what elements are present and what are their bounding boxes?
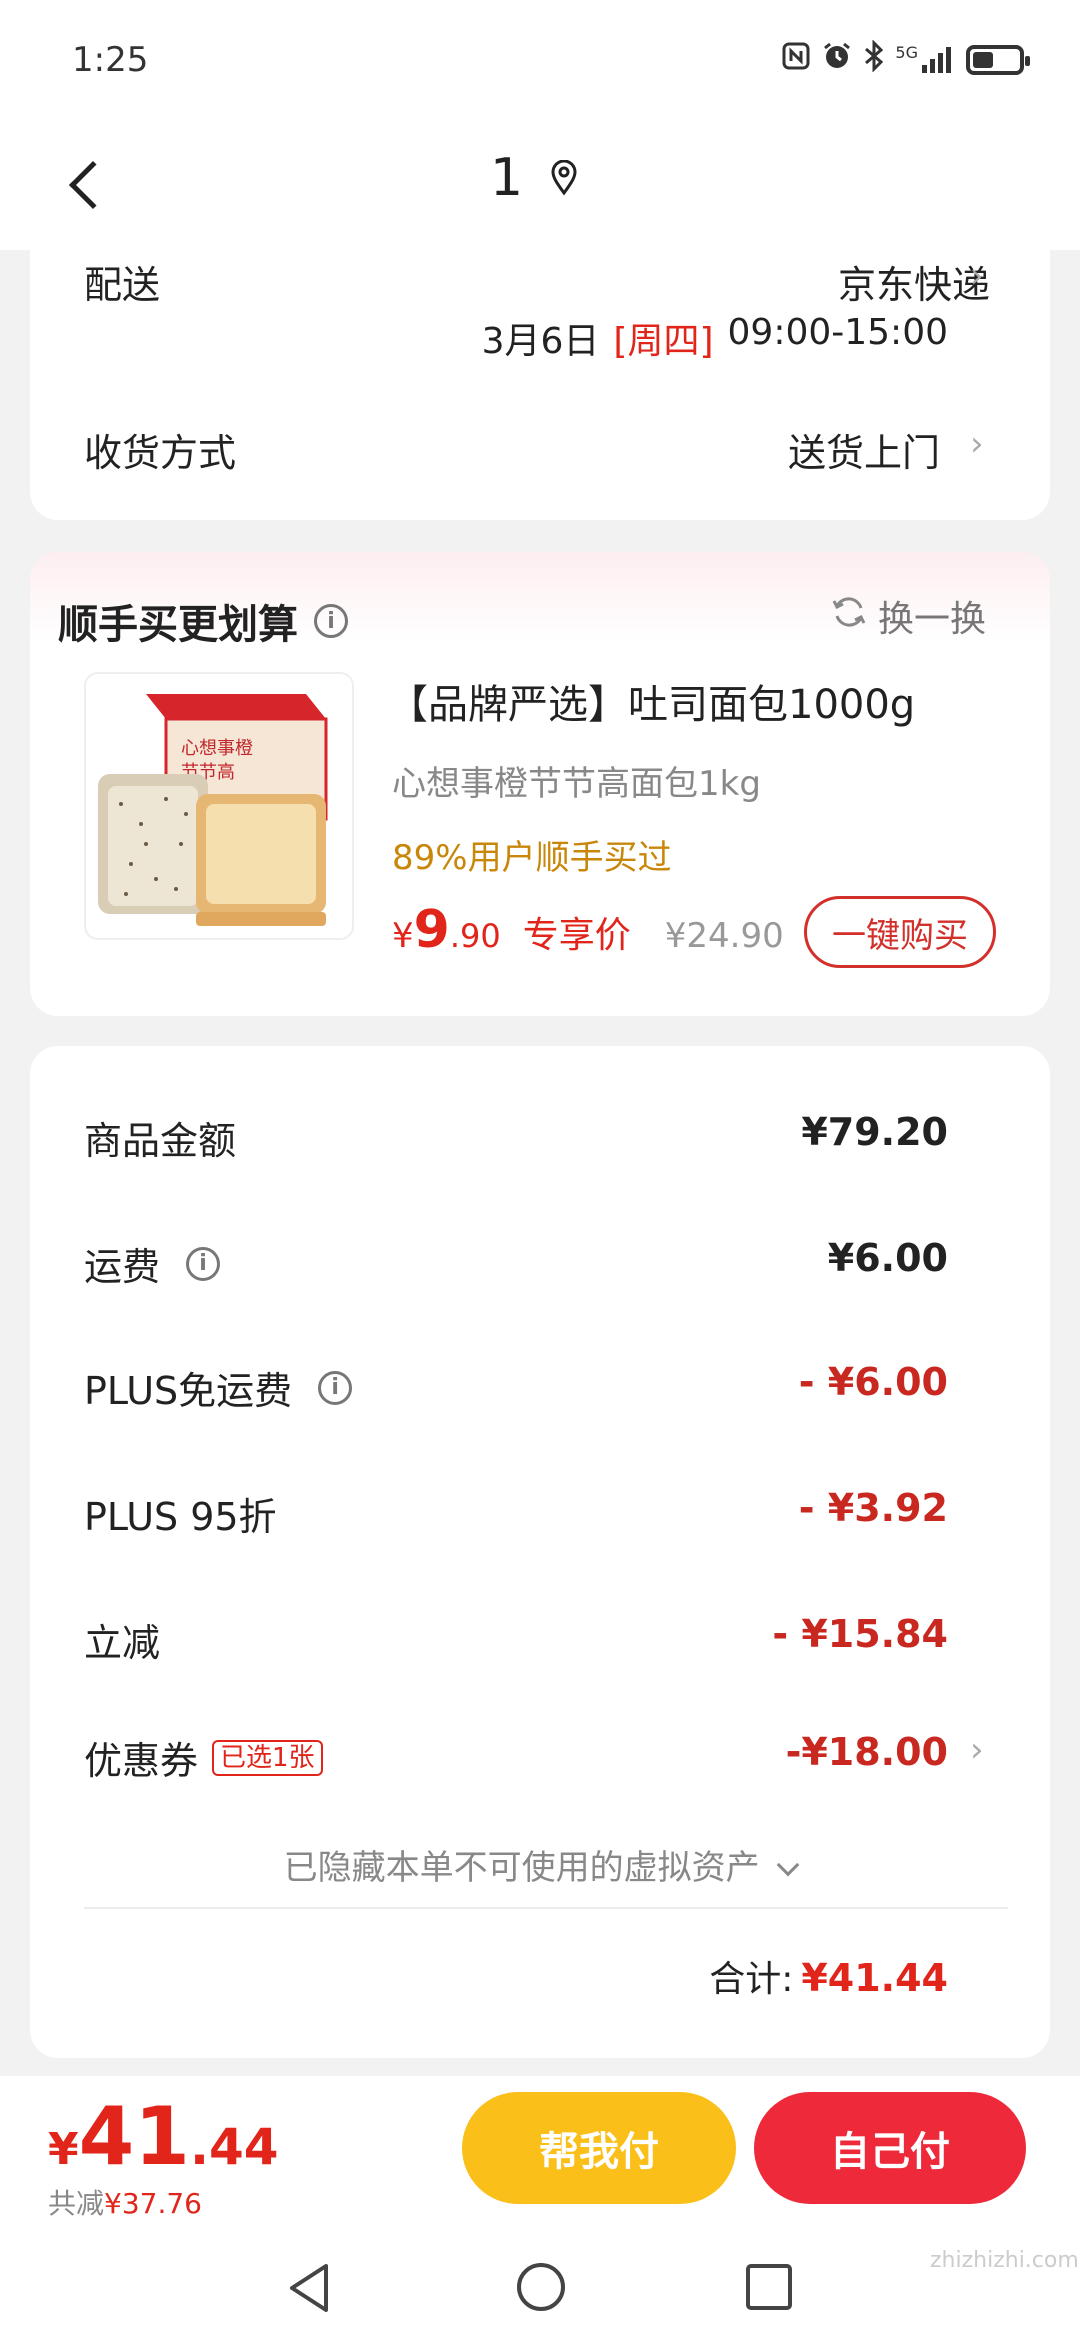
checkout-total-currency: ¥: [48, 2124, 79, 2175]
product-subtitle: 心想事橙节节高面包1kg: [392, 764, 761, 804]
summary-total-value: ¥41.44: [801, 1956, 948, 2000]
status-bar: 1:25 5G: [0, 0, 1080, 120]
status-time: 1:25: [72, 40, 149, 80]
summary-value-plus-free-shipping: - ¥6.00: [798, 1360, 948, 1404]
checkout-saved: 共减¥37.76: [48, 2182, 202, 2222]
summary-value-plus-discount: - ¥3.92: [798, 1486, 948, 1530]
info-icon[interactable]: i: [186, 1246, 221, 1281]
delivery-weekday: [周四]: [613, 321, 714, 362]
summary-row-coupon[interactable]: 优惠券 已选1张: [84, 1730, 323, 1785]
signal-icon: 5G: [895, 45, 956, 75]
location-pin-icon[interactable]: [550, 159, 578, 196]
back-arrow-icon: [68, 160, 118, 210]
nav-home-icon[interactable]: [514, 2260, 568, 2318]
system-nav-bar: [0, 2240, 1080, 2340]
summary-label-coupon: 优惠券: [84, 1739, 199, 1783]
product-hint: 89%用户顺手买过: [392, 838, 672, 878]
product-image-text: 心想事橙: [181, 738, 253, 759]
addon-title-text: 顺手买更划算: [58, 602, 298, 648]
swap-button[interactable]: 换一换: [830, 590, 986, 642]
product-price: ¥ 9 .90 专享价 ¥24.90: [392, 900, 784, 960]
original-price: ¥24.90: [664, 916, 784, 956]
checkout-total: ¥ 41 .44: [48, 2090, 279, 2183]
nav-back-icon[interactable]: [284, 2260, 334, 2320]
receive-method-value[interactable]: 送货上门: [788, 422, 940, 477]
price-integer: 9: [413, 900, 450, 960]
refresh-icon: [830, 593, 868, 640]
delivery-carrier-row[interactable]: 京东快递: [838, 254, 990, 309]
summary-label-plus-free-shipping: PLUS免运费: [84, 1369, 293, 1413]
saved-label: 共减: [48, 2187, 105, 2220]
summary-value-shipping: ¥6.00: [827, 1236, 948, 1280]
price-tag: 专享价: [522, 915, 631, 956]
hidden-assets-toggle[interactable]: 已隐藏本单不可使用的虚拟资产: [0, 1840, 1080, 1889]
checkout-total-integer: 41: [78, 2090, 190, 2183]
nav-recents-icon[interactable]: [744, 2262, 794, 2316]
summary-label-plus-discount: PLUS 95折: [84, 1495, 277, 1539]
page-title: 1: [490, 148, 524, 208]
price-currency: ¥: [392, 916, 414, 956]
summary-label-shipping: 运费: [84, 1245, 161, 1289]
info-icon[interactable]: i: [314, 604, 348, 638]
delivery-date: 3月6日: [481, 321, 600, 362]
summary-total: 合计: ¥41.44: [709, 1950, 948, 2002]
nfc-icon: [781, 41, 811, 79]
pay-myself-button[interactable]: 自己付: [754, 2092, 1026, 2204]
network-label: 5G: [895, 43, 918, 62]
addon-title: 顺手买更划算 i: [58, 592, 348, 650]
delivery-carrier: 京东快递: [837, 263, 990, 307]
divider: [84, 1907, 1008, 1909]
chevron-right-icon: ›: [970, 256, 984, 296]
price-decimal: .90: [449, 917, 501, 955]
hidden-assets-text: 已隐藏本单不可使用的虚拟资产: [283, 1848, 760, 1888]
chevron-right-icon: ›: [970, 1730, 984, 1770]
summary-total-label: 合计:: [709, 1959, 794, 2000]
chevron-right-icon: ›: [970, 424, 984, 464]
watermark: zhizhizhi.com: [930, 2248, 1079, 2273]
summary-row-plus-free-shipping: PLUS免运费 i: [84, 1360, 353, 1415]
product-image[interactable]: 心想事橙 节节高: [84, 672, 354, 940]
chevron-down-icon: [777, 1853, 800, 1877]
one-click-buy-button[interactable]: 一键购买: [804, 896, 996, 968]
info-icon[interactable]: i: [318, 1370, 353, 1405]
swap-label: 换一换: [878, 599, 987, 640]
status-icons: 5G: [781, 39, 1030, 80]
summary-label-instant-discount: 立减: [84, 1621, 161, 1665]
summary-row-shipping: 运费 i: [84, 1236, 221, 1291]
summary-value-coupon[interactable]: -¥18.00: [786, 1730, 948, 1774]
alarm-icon: [821, 40, 853, 80]
summary-label-goods: 商品金额: [84, 1119, 237, 1163]
coupon-selected-badge: 已选1张: [212, 1739, 323, 1776]
product-name[interactable]: 【品牌严选】吐司面包1000g: [388, 672, 915, 730]
help-me-pay-button[interactable]: 帮我付: [462, 2092, 736, 2204]
checkout-total-decimal: .44: [189, 2118, 279, 2176]
saved-value: ¥37.76: [104, 2187, 202, 2220]
header: 1: [0, 120, 1080, 250]
summary-value-goods: ¥79.20: [801, 1110, 948, 1154]
summary-value-instant-discount: - ¥15.84: [772, 1612, 948, 1656]
receive-method-label: 收货方式: [84, 431, 237, 475]
back-button[interactable]: [56, 140, 118, 230]
battery-icon: [966, 45, 1030, 75]
delivery-time[interactable]: 3月6日 [周四] 09:00-15:00: [482, 312, 948, 364]
bluetooth-icon: [863, 39, 885, 80]
delivery-label: 配送: [84, 263, 161, 307]
delivery-time-window: 09:00-15:00: [727, 312, 948, 353]
